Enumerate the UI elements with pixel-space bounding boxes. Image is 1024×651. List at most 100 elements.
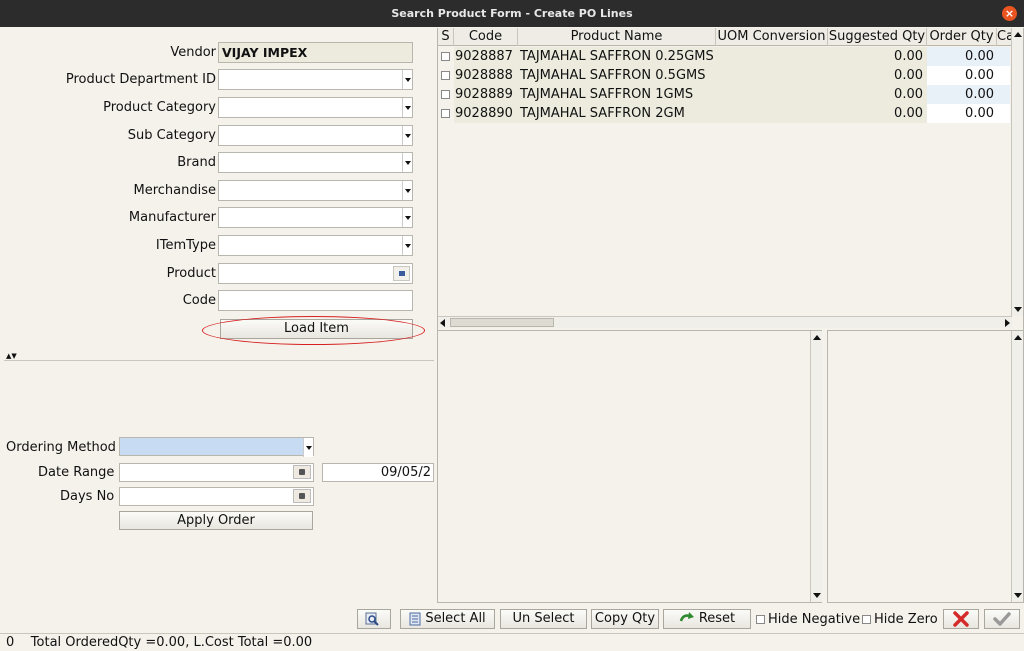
- code-cell[interactable]: 9028889: [454, 85, 518, 104]
- suggested-qty-cell[interactable]: 0.00: [828, 47, 927, 66]
- search-button[interactable]: [357, 609, 391, 629]
- row-checkbox-cell[interactable]: [438, 85, 454, 104]
- detail-left-scrollbar[interactable]: [810, 331, 822, 602]
- col-select[interactable]: S: [438, 28, 454, 46]
- merchandise-dropdown[interactable]: [218, 180, 413, 201]
- product-name-cell[interactable]: TAJMAHAL SAFFRON 0.25GMS: [518, 47, 716, 66]
- row-checkbox[interactable]: [441, 52, 450, 61]
- product-name-cell[interactable]: TAJMAHAL SAFFRON 0.5GMS: [518, 66, 716, 85]
- date-from-field[interactable]: [119, 463, 314, 482]
- category-row: Product Category: [2, 97, 434, 119]
- col-suggested-qty[interactable]: Suggested Qty: [828, 28, 927, 46]
- sub-category-dropdown[interactable]: [218, 125, 413, 146]
- hide-zero-option[interactable]: Hide Zero: [862, 612, 938, 627]
- chevron-down-icon[interactable]: [402, 208, 412, 227]
- order-qty-cell[interactable]: 0.00: [927, 85, 1010, 104]
- suggested-qty-cell[interactable]: 0.00: [828, 85, 927, 104]
- uom-cell[interactable]: [716, 104, 828, 123]
- load-item-button[interactable]: Load Item: [220, 319, 413, 339]
- col-order-qty[interactable]: Order Qty: [927, 28, 997, 46]
- cancel-button[interactable]: [943, 609, 979, 629]
- product-name-cell[interactable]: TAJMAHAL SAFFRON 2GM: [518, 104, 716, 123]
- cancel-icon: [953, 611, 969, 627]
- panel-splitter[interactable]: ▲▼: [4, 353, 434, 361]
- table-row[interactable]: 9028890 TAJMAHAL SAFFRON 2GM 0.00 0.00: [438, 104, 1010, 123]
- copy-qty-button[interactable]: Copy Qty: [591, 609, 659, 629]
- suggested-qty-cell[interactable]: 0.00: [828, 66, 927, 85]
- select-all-button[interactable]: Select All: [400, 609, 495, 629]
- calendar-icon[interactable]: [293, 465, 311, 479]
- hide-negative-checkbox[interactable]: [756, 615, 765, 624]
- code-cell[interactable]: 9028887: [454, 47, 518, 66]
- row-checkbox[interactable]: [441, 90, 450, 99]
- vendor-value: VIJAY IMPEX: [222, 45, 308, 60]
- table-row[interactable]: 9028887 TAJMAHAL SAFFRON 0.25GMS 0.00 0.…: [438, 47, 1010, 66]
- order-qty-cell[interactable]: 0.00: [927, 104, 1010, 123]
- date-to-field[interactable]: 09/05/2: [322, 463, 434, 482]
- row-checkbox-cell[interactable]: [438, 47, 454, 66]
- chevron-down-icon[interactable]: [402, 236, 412, 255]
- days-no-label: Days No: [60, 489, 115, 504]
- detail-right-scrollbar[interactable]: [1011, 331, 1023, 602]
- vendor-label: Vendor: [170, 45, 216, 60]
- brand-dropdown[interactable]: [218, 152, 413, 173]
- scroll-right-icon[interactable]: [1005, 319, 1010, 327]
- row-checkbox[interactable]: [441, 71, 450, 80]
- chevron-down-icon[interactable]: [402, 181, 412, 200]
- hide-negative-option[interactable]: Hide Negative: [756, 612, 860, 627]
- close-icon[interactable]: ×: [1002, 6, 1017, 21]
- product-name-cell[interactable]: TAJMAHAL SAFFRON 1GMS: [518, 85, 716, 104]
- row-checkbox-cell[interactable]: [438, 66, 454, 85]
- code-cell[interactable]: 9028890: [454, 104, 518, 123]
- ok-check-icon: [993, 612, 1011, 626]
- chevron-down-icon[interactable]: [402, 126, 412, 145]
- item-type-dropdown[interactable]: [218, 235, 413, 256]
- scroll-thumb[interactable]: [450, 318, 554, 327]
- suggested-qty-cell[interactable]: 0.00: [828, 104, 927, 123]
- col-code[interactable]: Code: [454, 28, 518, 46]
- splitter-arrows-icon[interactable]: ▲▼: [6, 353, 17, 360]
- col-ca[interactable]: Ca: [997, 28, 1012, 46]
- table-row[interactable]: 9028888 TAJMAHAL SAFFRON 0.5GMS 0.00 0.0…: [438, 66, 1010, 85]
- uom-cell[interactable]: [716, 66, 828, 85]
- product-field[interactable]: [218, 263, 413, 284]
- ok-button[interactable]: [984, 609, 1020, 629]
- scroll-down-icon[interactable]: [813, 593, 821, 598]
- uom-cell[interactable]: [716, 47, 828, 66]
- table-row[interactable]: 9028889 TAJMAHAL SAFFRON 1GMS 0.00 0.00: [438, 85, 1010, 104]
- code-cell[interactable]: 9028888: [454, 66, 518, 85]
- ordering-method-dropdown[interactable]: [119, 437, 314, 457]
- chevron-down-icon[interactable]: [402, 153, 412, 172]
- category-dropdown[interactable]: [218, 97, 413, 118]
- uom-cell[interactable]: [716, 85, 828, 104]
- scroll-up-icon[interactable]: [1014, 32, 1022, 37]
- col-uom-conversion[interactable]: UOM Conversion: [716, 28, 828, 46]
- department-dropdown[interactable]: [218, 69, 413, 90]
- chevron-down-icon[interactable]: [402, 70, 412, 89]
- apply-order-button[interactable]: Apply Order: [119, 511, 313, 530]
- row-checkbox-cell[interactable]: [438, 104, 454, 123]
- scroll-up-icon[interactable]: [1014, 335, 1022, 340]
- manufacturer-dropdown[interactable]: [218, 207, 413, 228]
- grid-vertical-scrollbar[interactable]: [1011, 28, 1023, 316]
- order-qty-cell[interactable]: 0.00: [927, 66, 1010, 85]
- reset-button[interactable]: Reset: [663, 609, 751, 629]
- status-text: 0 Total OrderedQty =0.00, L.Cost Total =…: [6, 635, 313, 650]
- days-no-field[interactable]: [119, 487, 314, 506]
- order-qty-cell[interactable]: 0.00: [927, 47, 1010, 66]
- chevron-down-icon[interactable]: [303, 438, 313, 457]
- scroll-left-icon[interactable]: [440, 319, 445, 327]
- action-toolbar: Select All Un Select Copy Qty Reset Hide…: [0, 604, 1024, 632]
- scroll-down-icon[interactable]: [1014, 593, 1022, 598]
- col-product-name[interactable]: Product Name: [518, 28, 716, 46]
- code-input[interactable]: [218, 290, 413, 311]
- unselect-button[interactable]: Un Select: [500, 609, 587, 629]
- hide-zero-checkbox[interactable]: [862, 615, 871, 624]
- chevron-down-icon[interactable]: [402, 98, 412, 117]
- lookup-icon[interactable]: [393, 266, 410, 281]
- scroll-down-icon[interactable]: [1014, 307, 1022, 312]
- scroll-up-icon[interactable]: [813, 335, 821, 340]
- row-checkbox[interactable]: [441, 109, 450, 118]
- stepper-icon[interactable]: [293, 489, 311, 503]
- grid-horizontal-scrollbar[interactable]: [438, 316, 1012, 328]
